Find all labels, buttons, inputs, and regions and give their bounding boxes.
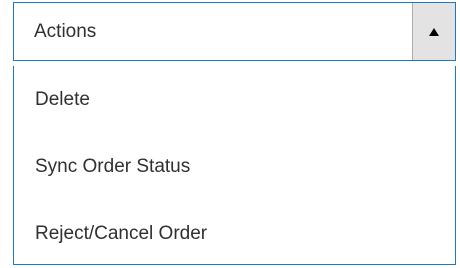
menu-item-label: Sync Order Status (35, 155, 191, 177)
menu-item-label: Reject/Cancel Order (35, 222, 208, 244)
actions-menu: Delete Sync Order Status Reject/Cancel O… (13, 66, 456, 265)
triangle-up-icon (429, 27, 439, 36)
actions-dropdown: Actions Delete Sync Order Status Reject/… (0, 0, 460, 268)
actions-select-toggle[interactable]: Actions (13, 2, 456, 61)
menu-item-reject-cancel-order[interactable]: Reject/Cancel Order (14, 200, 455, 267)
menu-item-delete[interactable]: Delete (14, 66, 455, 133)
dropdown-caret-button[interactable] (412, 3, 455, 60)
menu-item-sync-order-status[interactable]: Sync Order Status (14, 133, 455, 200)
actions-select-label: Actions (34, 20, 97, 42)
menu-item-label: Delete (35, 88, 90, 110)
